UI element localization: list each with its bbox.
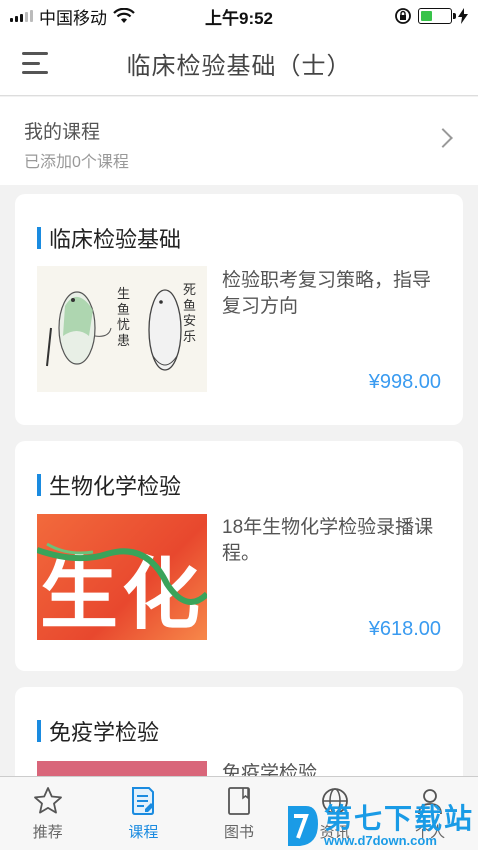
carrier-label: 中国移动	[39, 8, 107, 28]
tab-label: 推荐	[32, 824, 63, 841]
thumbnail-text-left: 生鱼忧患	[117, 286, 131, 348]
course-description: 检验职考复习策略，指导复习方向	[222, 270, 432, 317]
tab-label: 图书	[223, 824, 254, 841]
course-price: ¥618.00	[368, 618, 441, 640]
title-accent-bar	[37, 227, 41, 249]
course-title: 临床检验基础	[49, 227, 182, 252]
course-thumbnail: 生鱼忧患 死鱼安乐	[37, 266, 207, 392]
tab-recommend[interactable]: 推荐	[0, 777, 96, 850]
my-courses-title: 我的课程	[24, 122, 101, 143]
course-title: 免疫学检验	[49, 720, 160, 745]
book-icon	[228, 787, 250, 815]
course-description: 18年生物化学检验录播课程。	[222, 517, 434, 564]
star-icon	[33, 787, 62, 814]
watermark: 第七下载站 www.d7down.com	[284, 804, 474, 848]
thumbnail-text-right: 死鱼安乐	[183, 282, 197, 344]
tab-courses[interactable]: 课程	[96, 777, 192, 850]
signal-icon	[10, 10, 33, 22]
tab-books[interactable]: 图书	[191, 777, 287, 850]
course-title: 生物化学检验	[49, 474, 182, 499]
course-book-icon	[132, 787, 155, 815]
title-accent-bar	[37, 720, 41, 742]
course-thumbnail: 生化	[37, 514, 207, 640]
wifi-icon	[113, 8, 135, 23]
course-price: ¥998.00	[368, 371, 441, 393]
title-accent-bar	[37, 474, 41, 496]
status-bar: 中国移动 上午9:52	[0, 0, 478, 32]
orientation-lock-icon	[395, 8, 411, 24]
menu-button[interactable]	[22, 52, 48, 74]
watermark-url: www.d7down.com	[323, 832, 437, 848]
my-courses-row[interactable]: 我的课程 已添加0个课程	[0, 97, 478, 185]
nav-bar: 临床检验基础（士）	[0, 32, 478, 96]
course-card[interactable]: 临床检验基础 生鱼忧患 死鱼安乐 检验职考复习策略，指导复习方向 ¥998.00	[15, 194, 463, 425]
charging-icon	[458, 8, 468, 24]
course-card[interactable]: 生物化学检验 生化 18年生物化学检验录播课程。 ¥618.00	[15, 441, 463, 671]
watermark-logo-icon	[287, 806, 318, 846]
watermark-name: 第七下载站	[323, 802, 474, 834]
tab-label: 课程	[128, 824, 159, 841]
page-title: 临床检验基础（士）	[126, 53, 352, 80]
battery-icon	[418, 8, 456, 24]
my-courses-subtitle: 已添加0个课程	[24, 154, 129, 171]
